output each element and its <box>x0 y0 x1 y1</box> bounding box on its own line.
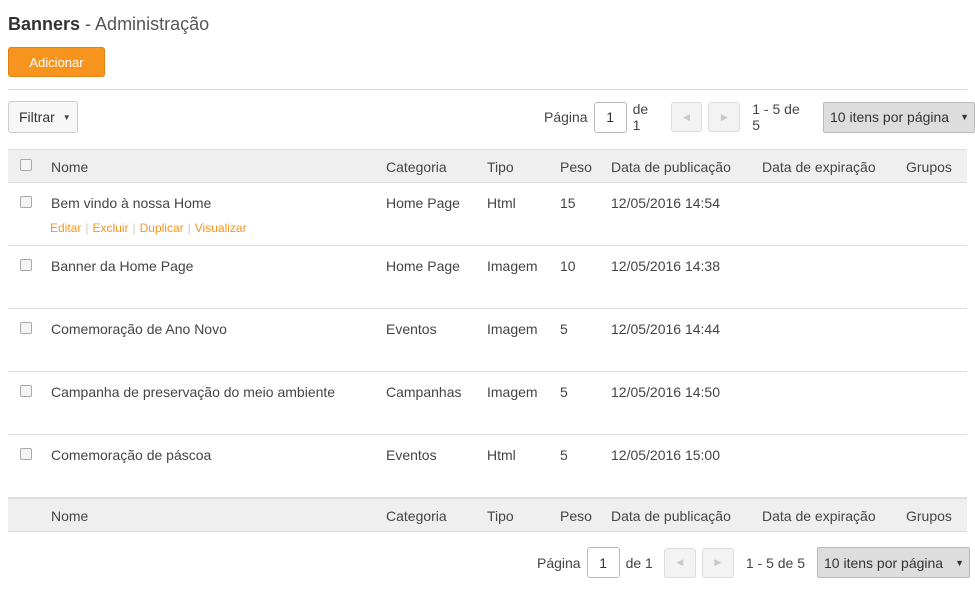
col-footer-category[interactable]: Categoria <box>386 508 447 524</box>
select-all-checkbox[interactable] <box>20 159 32 171</box>
per-page-value: 10 itens por página <box>830 109 950 125</box>
cell-type: Html <box>487 447 516 463</box>
action-separator: | <box>187 221 191 235</box>
cell-published: 12/05/2016 14:44 <box>611 321 720 337</box>
cell-name: Banner da Home Page <box>51 258 194 274</box>
row-checkbox[interactable] <box>20 448 32 460</box>
per-page-value: 10 itens por página <box>824 554 944 571</box>
col-footer-expires[interactable]: Data de expiração <box>762 508 876 524</box>
col-footer-type[interactable]: Tipo <box>487 508 514 524</box>
table-row: Banner da Home Page Home Page Imagem 10 … <box>8 246 967 309</box>
table-row: Comemoração de páscoa Eventos Html 5 12/… <box>8 435 967 498</box>
prev-page-button[interactable]: ◀ <box>663 547 696 578</box>
col-footer-groups[interactable]: Grupos <box>906 508 952 524</box>
cell-weight: 5 <box>560 447 568 463</box>
cell-name: Campanha de preservação do meio ambiente <box>51 384 336 400</box>
table-header: Nome Categoria Tipo Peso Data de publica… <box>8 149 967 183</box>
cell-type: Imagem <box>487 321 538 337</box>
row-checkbox[interactable] <box>20 322 32 334</box>
delete-link[interactable]: Excluir <box>92 221 128 235</box>
cell-category: Home Page <box>386 258 460 274</box>
page-label: Página <box>544 109 588 125</box>
cell-published: 12/05/2016 14:38 <box>611 258 720 274</box>
table-row: Bem vindo à nossa Home Home Page Html 15… <box>8 183 967 246</box>
cell-published: 12/05/2016 14:50 <box>611 384 720 400</box>
row-actions: Editar | Excluir | Duplicar | Visualizar <box>50 221 247 235</box>
item-range: 1 - 5 de 5 <box>745 554 805 571</box>
col-header-expires[interactable]: Data de expiração <box>762 159 876 175</box>
col-header-published[interactable]: Data de publicação <box>611 159 731 175</box>
row-checkbox[interactable] <box>20 196 32 208</box>
col-footer-weight[interactable]: Peso <box>560 508 592 524</box>
pagination-top: Página de 1 ◀ ▶ 1 - 5 de 5 10 itens por … <box>544 101 975 133</box>
page-number-input[interactable] <box>586 547 620 578</box>
chevron-right-icon: ▶ <box>714 557 722 567</box>
dropdown-arrow-icon: ▼ <box>955 557 964 568</box>
cell-category: Eventos <box>386 447 437 463</box>
cell-weight: 5 <box>560 384 568 400</box>
page-total: de 1 <box>632 101 649 133</box>
cell-name: Bem vindo à nossa Home <box>51 195 212 211</box>
cell-type: Imagem <box>487 258 538 274</box>
col-footer-published[interactable]: Data de publicação <box>611 508 731 524</box>
edit-link[interactable]: Editar <box>50 221 81 235</box>
prev-page-button[interactable]: ◀ <box>670 102 703 132</box>
cell-type: Html <box>487 195 516 211</box>
cell-type: Imagem <box>487 384 538 400</box>
table-row: Comemoração de Ano Novo Eventos Imagem 5… <box>8 309 967 372</box>
page-total: de 1 <box>625 554 653 571</box>
cell-weight: 5 <box>560 321 568 337</box>
action-separator: | <box>85 221 89 235</box>
page-number-input[interactable] <box>593 101 627 133</box>
add-button[interactable]: Adicionar <box>8 47 105 77</box>
col-header-name[interactable]: Nome <box>51 159 88 175</box>
col-header-type[interactable]: Tipo <box>487 159 514 175</box>
cell-published: 12/05/2016 15:00 <box>611 447 720 463</box>
chevron-left-icon: ◀ <box>683 111 691 122</box>
dropdown-arrow-icon: ▼ <box>960 112 970 122</box>
banners-table: Nome Categoria Tipo Peso Data de publica… <box>8 149 967 532</box>
cell-published: 12/05/2016 14:54 <box>611 195 720 211</box>
page-title: Banners - Administração <box>8 14 209 35</box>
cell-weight: 10 <box>560 258 576 274</box>
col-header-groups[interactable]: Grupos <box>906 159 952 175</box>
filter-button[interactable]: Filtrar ▼ <box>8 101 78 133</box>
page-label: Página <box>537 554 581 571</box>
col-header-weight[interactable]: Peso <box>560 159 592 175</box>
preview-link[interactable]: Visualizar <box>195 221 247 235</box>
cell-name: Comemoração de Ano Novo <box>51 321 227 337</box>
per-page-select[interactable]: 10 itens por página ▼ <box>823 101 975 133</box>
caret-down-icon: ▼ <box>62 112 71 122</box>
table-row: Campanha de preservação do meio ambiente… <box>8 372 967 435</box>
cell-category: Home Page <box>386 195 460 211</box>
filter-label: Filtrar <box>19 109 55 125</box>
duplicate-link[interactable]: Duplicar <box>140 221 184 235</box>
row-checkbox[interactable] <box>20 385 32 397</box>
next-page-button[interactable]: ▶ <box>701 547 734 578</box>
cell-name: Comemoração de páscoa <box>51 447 212 463</box>
cell-category: Campanhas <box>386 384 462 400</box>
cell-category: Eventos <box>386 321 437 337</box>
col-header-category[interactable]: Categoria <box>386 159 447 175</box>
per-page-select[interactable]: 10 itens por página ▼ <box>817 547 970 578</box>
chevron-left-icon: ◀ <box>676 557 684 567</box>
table-footer: Nome Categoria Tipo Peso Data de publica… <box>8 498 967 532</box>
divider <box>8 89 967 90</box>
page-title-suffix: - Administração <box>85 14 210 34</box>
page-title-main: Banners <box>8 14 81 34</box>
row-checkbox[interactable] <box>20 259 32 271</box>
chevron-right-icon: ▶ <box>720 111 728 122</box>
cell-weight: 15 <box>560 195 576 211</box>
action-separator: | <box>132 221 136 235</box>
col-footer-name[interactable]: Nome <box>51 508 88 524</box>
pagination-bottom: Página de 1 ◀ ▶ 1 - 5 de 5 10 itens por … <box>537 547 970 578</box>
next-page-button[interactable]: ▶ <box>708 102 741 132</box>
item-range: 1 - 5 de 5 <box>752 101 800 133</box>
